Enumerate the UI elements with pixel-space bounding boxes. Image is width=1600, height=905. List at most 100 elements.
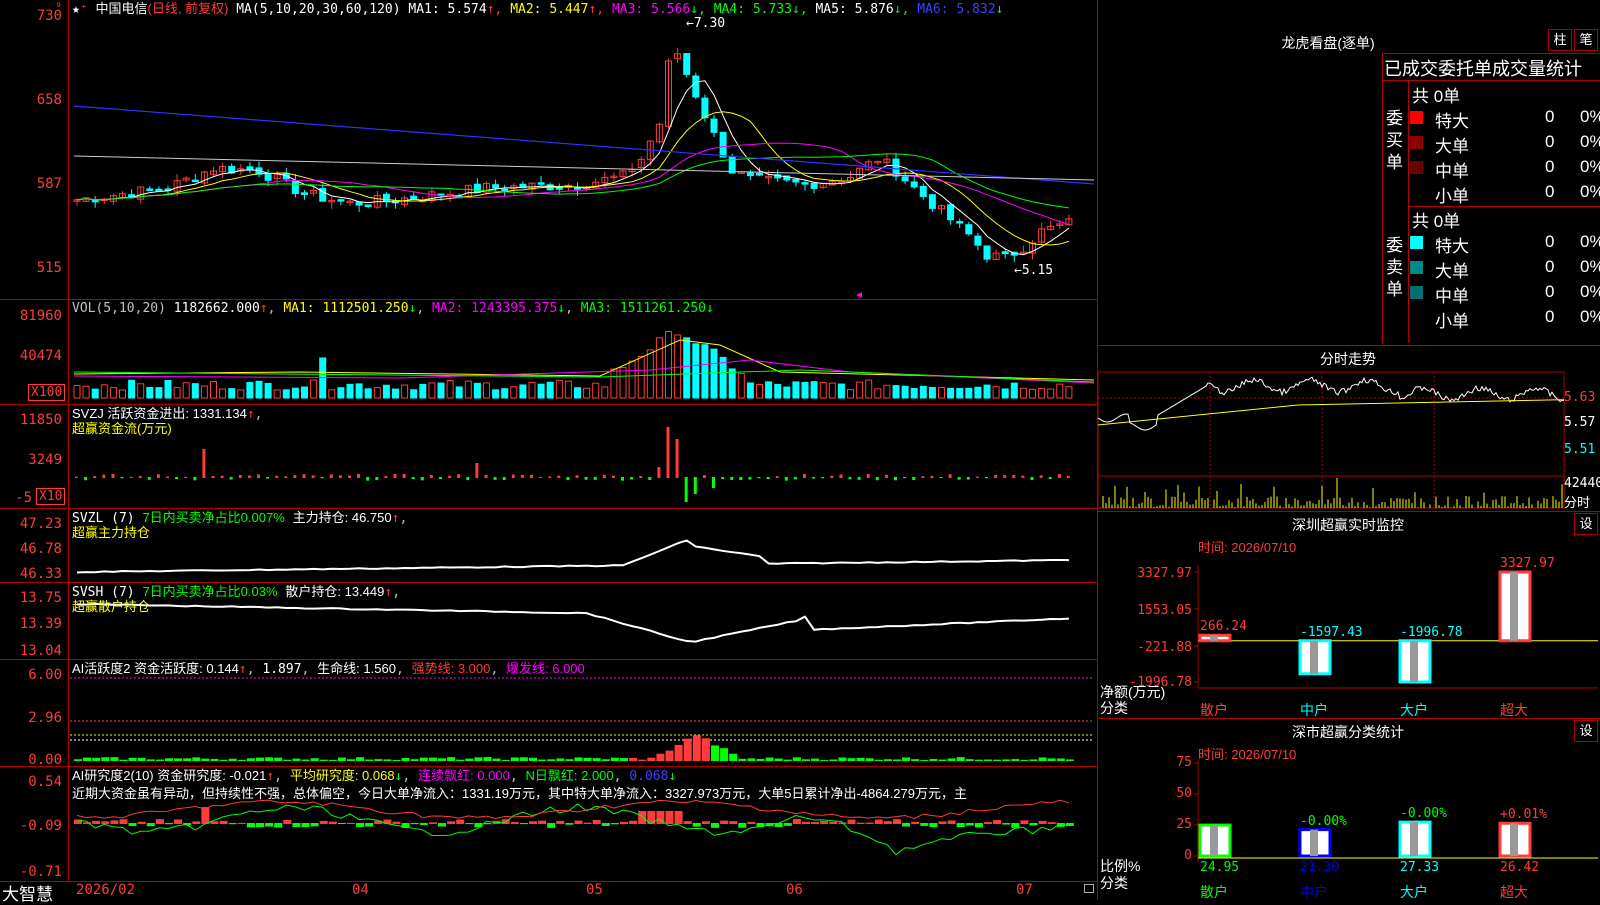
research-bar — [1038, 820, 1047, 824]
volume-bar — [455, 386, 463, 399]
fund-flow-bar — [75, 476, 78, 478]
volume-bar — [619, 367, 627, 399]
research-bar — [893, 819, 901, 824]
research-bar — [155, 819, 164, 824]
fund-flow-bar — [202, 449, 206, 478]
fund-flow-bar — [211, 475, 215, 478]
candle-body — [91, 199, 99, 203]
activity-bar — [265, 757, 274, 761]
lock-icon[interactable] — [1084, 884, 1094, 893]
fund-flow-bar — [575, 475, 579, 478]
activity-bar — [783, 759, 792, 761]
kline-chart-area[interactable]: ★⁺ 中国电信(日线, 前复权) MA(5,10,20,30,60,120) M… — [0, 0, 1098, 904]
fund-flow-bar — [275, 475, 279, 478]
monitor-category: 超大 — [1500, 702, 1528, 718]
activity-bar — [519, 757, 528, 761]
volume-bar — [919, 385, 927, 399]
activity-bar — [119, 759, 128, 761]
activity-bar — [984, 759, 992, 761]
activity-bar — [838, 757, 847, 761]
fund-flow-bar — [111, 473, 115, 478]
volume-bar — [555, 379, 563, 399]
activity-bar — [392, 759, 401, 761]
activity-bar — [711, 745, 719, 761]
volume-bar — [765, 381, 773, 399]
activity-bar — [292, 758, 301, 761]
volume-bar — [637, 356, 645, 399]
research-bar — [820, 821, 829, 824]
fund-flow-bar — [875, 477, 879, 481]
fund-flow-bar — [420, 477, 424, 481]
research-bar — [301, 823, 310, 828]
sell-row-3: 小单00% — [1410, 305, 1600, 331]
research-bar — [947, 820, 956, 824]
fund-flow-bar — [966, 477, 970, 480]
volume-bar — [210, 381, 217, 399]
activity-bar — [301, 759, 310, 761]
volume-bar — [701, 344, 709, 399]
candle-body — [746, 172, 754, 177]
volume-bar — [382, 384, 390, 399]
candle-body — [901, 176, 909, 182]
activity-bar — [802, 759, 810, 761]
fund-flow-bar — [757, 477, 761, 479]
research-bar — [638, 811, 647, 824]
volume-bar — [947, 387, 955, 399]
activity-bar — [856, 757, 865, 761]
research-bar — [692, 823, 701, 827]
activity-bar — [465, 758, 474, 761]
fund-flow-bar — [257, 474, 260, 478]
fund-flow-bar — [621, 477, 624, 481]
volume-bar — [1019, 387, 1027, 399]
fund-flow-bar — [530, 474, 533, 478]
candle-body — [947, 204, 955, 221]
fund-flow-bar — [730, 477, 734, 480]
holding-line — [76, 539, 1069, 574]
candle-body — [792, 178, 800, 183]
research-bar — [438, 823, 446, 827]
monitor-bar-shade — [1210, 635, 1218, 641]
research-bar — [547, 823, 556, 828]
volume-bar — [410, 389, 418, 399]
avg-price-line — [1098, 399, 1565, 426]
fund-flow-bar — [175, 477, 179, 480]
volume-bar — [155, 387, 163, 399]
activity-bar — [674, 744, 683, 761]
fund-flow-bar — [293, 475, 297, 478]
ma-line — [76, 142, 1070, 225]
fund-flow-bar — [675, 439, 679, 478]
fund-flow-bar — [721, 477, 725, 479]
fund-flow-bar — [120, 477, 124, 479]
research-bar — [974, 823, 983, 828]
fund-flow-bar — [648, 477, 652, 480]
research-bar — [902, 823, 911, 827]
fund-flow-bar — [193, 477, 197, 481]
fund-flow-bar — [657, 467, 661, 478]
volume-bar — [501, 388, 509, 399]
fund-flow-bar — [1039, 475, 1043, 478]
stats-bar-shade — [1310, 829, 1318, 856]
legend-swatch — [1410, 111, 1423, 124]
volume-bar — [492, 389, 500, 399]
volume-bar — [756, 383, 763, 399]
volume-bar — [446, 380, 454, 399]
monitor-category: 中户 — [1300, 702, 1328, 718]
research-bar — [419, 823, 428, 826]
activity-bar — [874, 759, 883, 761]
stats-category: 超大 — [1500, 884, 1528, 900]
fund-flow-bar — [812, 477, 816, 479]
activity-bar — [883, 759, 892, 761]
research-bar — [137, 821, 146, 824]
activity-bar — [128, 757, 137, 761]
intraday-frame — [1098, 371, 1565, 509]
research-bar — [701, 821, 710, 824]
activity-bar — [356, 757, 365, 761]
research-bar — [265, 823, 274, 827]
fund-flow-bar — [903, 477, 907, 479]
research-bar — [911, 821, 920, 824]
fund-flow-bar — [948, 474, 952, 478]
legend-swatch — [1410, 136, 1423, 149]
fund-flow-bar — [602, 474, 606, 478]
candle-body — [710, 118, 718, 133]
fund-flow-bar — [957, 477, 961, 480]
